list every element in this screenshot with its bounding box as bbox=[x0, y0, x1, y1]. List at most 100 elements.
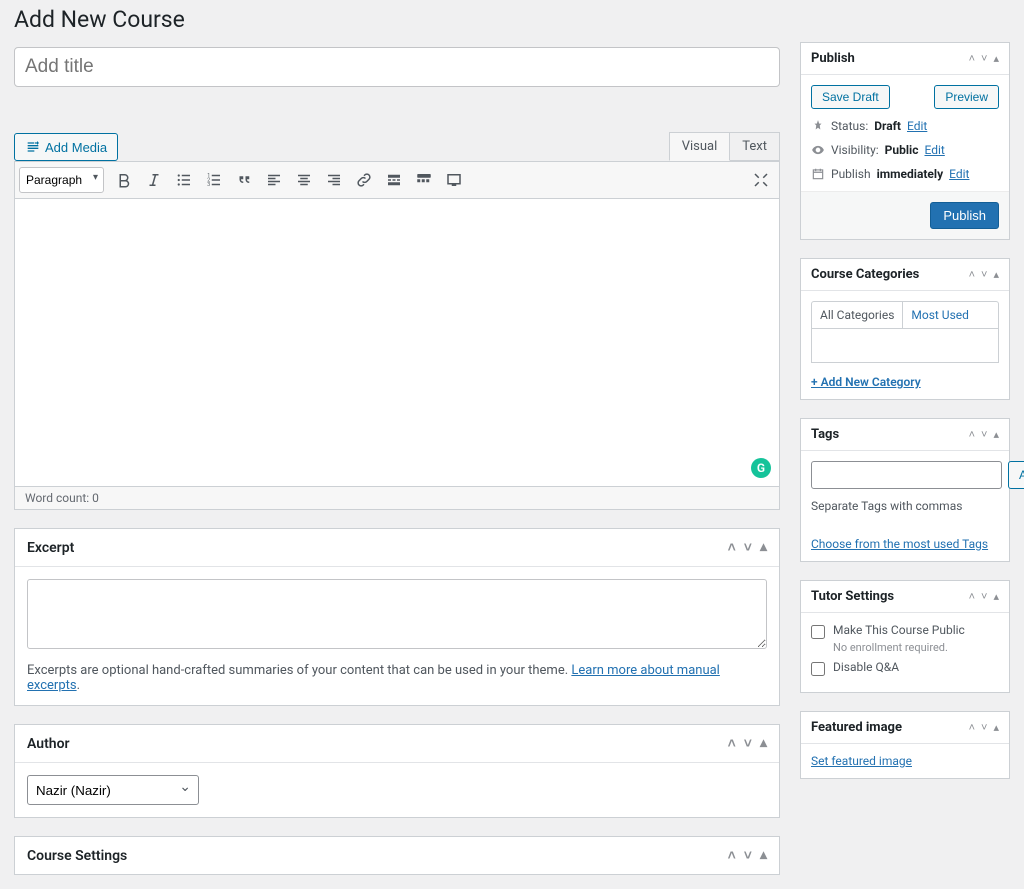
align-right-icon bbox=[325, 171, 343, 189]
make-public-checkbox[interactable] bbox=[811, 625, 825, 639]
panel-down-icon[interactable]: ˅ bbox=[981, 428, 987, 441]
panel-up-icon[interactable]: ˄ bbox=[728, 735, 736, 752]
save-draft-button[interactable]: Save Draft bbox=[811, 85, 890, 109]
publish-panel: Publish ˄ ˅ ▴ Save Draft Preview Status:… bbox=[800, 42, 1010, 240]
panel-toggle-icon[interactable]: ▴ bbox=[993, 52, 999, 65]
status-value: Draft bbox=[874, 119, 901, 133]
excerpt-help-text: Excerpts are optional hand-crafted summa… bbox=[27, 663, 571, 678]
align-center-icon bbox=[295, 171, 313, 189]
panel-down-icon[interactable]: ˅ bbox=[981, 52, 987, 65]
publish-button[interactable]: Publish bbox=[930, 202, 999, 229]
panel-up-icon[interactable]: ˄ bbox=[969, 590, 975, 603]
tutor-settings-panel: Tutor Settings ˄ ˅ ▴ Make This Course Pu… bbox=[800, 580, 1010, 693]
italic-button[interactable] bbox=[140, 166, 168, 194]
svg-text:3: 3 bbox=[207, 182, 210, 188]
toolbar-toggle-button[interactable] bbox=[410, 166, 438, 194]
calendar-icon bbox=[811, 167, 825, 181]
author-select[interactable]: Nazir (Nazir) bbox=[27, 775, 199, 805]
set-featured-image-link[interactable]: Set featured image bbox=[811, 754, 912, 768]
schedule-value: immediately bbox=[877, 167, 944, 181]
toolbar-toggle-icon bbox=[415, 171, 433, 189]
author-panel: Author ˄ ˅ ▴ Nazir (Nazir) bbox=[14, 724, 780, 818]
tab-most-used[interactable]: Most Used bbox=[903, 302, 977, 328]
link-button[interactable] bbox=[350, 166, 378, 194]
categories-title: Course Categories bbox=[811, 267, 919, 282]
panel-down-icon[interactable]: ˅ bbox=[981, 268, 987, 281]
tab-visual[interactable]: Visual bbox=[669, 132, 731, 161]
panel-toggle-icon[interactable]: ▴ bbox=[760, 735, 767, 752]
readmore-button[interactable] bbox=[380, 166, 408, 194]
course-settings-title: Course Settings bbox=[27, 848, 127, 864]
add-media-button[interactable]: Add Media bbox=[14, 133, 118, 161]
panel-down-icon[interactable]: ˅ bbox=[744, 847, 752, 864]
ul-button[interactable] bbox=[170, 166, 198, 194]
add-media-label: Add Media bbox=[45, 140, 107, 155]
panel-down-icon[interactable]: ˅ bbox=[744, 735, 752, 752]
align-left-button[interactable] bbox=[260, 166, 288, 194]
quote-button[interactable] bbox=[230, 166, 258, 194]
panel-toggle-icon[interactable]: ▴ bbox=[760, 847, 767, 864]
editor-content-area[interactable]: G bbox=[14, 199, 780, 487]
panel-up-icon[interactable]: ˄ bbox=[969, 268, 975, 281]
readmore-icon bbox=[385, 171, 403, 189]
tags-input[interactable] bbox=[811, 461, 1002, 489]
word-count: Word count: 0 bbox=[14, 487, 780, 510]
preview-button[interactable]: Preview bbox=[934, 85, 999, 109]
disable-qa-checkbox[interactable] bbox=[811, 662, 825, 676]
align-center-button[interactable] bbox=[290, 166, 318, 194]
panel-up-icon[interactable]: ˄ bbox=[969, 428, 975, 441]
excerpt-textarea[interactable] bbox=[27, 579, 767, 649]
panel-down-icon[interactable]: ˅ bbox=[744, 539, 752, 556]
panel-toggle-icon[interactable]: ▴ bbox=[993, 428, 999, 441]
bold-button[interactable] bbox=[110, 166, 138, 194]
ol-button[interactable]: 123 bbox=[200, 166, 228, 194]
tutor-title: Tutor Settings bbox=[811, 589, 894, 604]
tab-all-categories[interactable]: All Categories bbox=[812, 302, 903, 328]
eye-icon bbox=[811, 143, 825, 157]
excerpt-panel: Excerpt ˄ ˅ ▴ Excerpts are optional hand… bbox=[14, 528, 780, 706]
tags-help: Separate Tags with commas bbox=[811, 499, 999, 513]
add-tag-button[interactable]: Add bbox=[1008, 461, 1024, 489]
fullscreen-button[interactable] bbox=[440, 166, 468, 194]
panel-down-icon[interactable]: ˅ bbox=[981, 721, 987, 734]
format-select[interactable]: Paragraph bbox=[19, 167, 104, 193]
list-ul-icon bbox=[175, 171, 193, 189]
make-public-label: Make This Course Public bbox=[833, 623, 965, 637]
align-right-button[interactable] bbox=[320, 166, 348, 194]
category-list[interactable] bbox=[811, 329, 999, 363]
panel-toggle-icon[interactable]: ▴ bbox=[993, 590, 999, 603]
panel-up-icon[interactable]: ˄ bbox=[969, 721, 975, 734]
panel-toggle-icon[interactable]: ▴ bbox=[993, 268, 999, 281]
featured-image-panel: Featured image ˄ ˅ ▴ Set featured image bbox=[800, 711, 1010, 779]
panel-toggle-icon[interactable]: ▴ bbox=[760, 539, 767, 556]
add-category-link[interactable]: + Add New Category bbox=[811, 375, 921, 389]
bold-icon bbox=[115, 171, 133, 189]
categories-panel: Course Categories ˄ ˅ ▴ All Categories M… bbox=[800, 258, 1010, 400]
expand-icon bbox=[752, 171, 770, 189]
quote-icon bbox=[235, 171, 253, 189]
choose-tags-link[interactable]: Choose from the most used Tags bbox=[811, 537, 988, 551]
panel-up-icon[interactable]: ˄ bbox=[969, 52, 975, 65]
course-title-input[interactable] bbox=[14, 47, 780, 87]
distraction-free-button[interactable] bbox=[747, 166, 775, 194]
panel-up-icon[interactable]: ˄ bbox=[728, 539, 736, 556]
tab-text[interactable]: Text bbox=[730, 132, 780, 161]
visibility-value: Public bbox=[885, 143, 919, 157]
tags-panel: Tags ˄ ˅ ▴ Add Separate Tags with commas… bbox=[800, 418, 1010, 562]
pin-icon bbox=[811, 119, 825, 133]
panel-up-icon[interactable]: ˄ bbox=[728, 847, 736, 864]
visibility-edit-link[interactable]: Edit bbox=[924, 143, 944, 157]
status-edit-link[interactable]: Edit bbox=[907, 119, 927, 133]
media-icon bbox=[25, 139, 41, 155]
make-public-sub: No enrollment required. bbox=[833, 641, 999, 654]
editor-toolbar: Paragraph 123 bbox=[14, 161, 780, 199]
schedule-edit-link[interactable]: Edit bbox=[949, 167, 969, 181]
grammarly-icon[interactable]: G bbox=[751, 458, 771, 478]
panel-down-icon[interactable]: ˅ bbox=[981, 590, 987, 603]
course-settings-panel: Course Settings ˄ ˅ ▴ bbox=[14, 836, 780, 875]
author-title: Author bbox=[27, 736, 70, 752]
italic-icon bbox=[145, 171, 163, 189]
link-icon bbox=[355, 171, 373, 189]
panel-toggle-icon[interactable]: ▴ bbox=[993, 721, 999, 734]
list-ol-icon: 123 bbox=[205, 171, 223, 189]
